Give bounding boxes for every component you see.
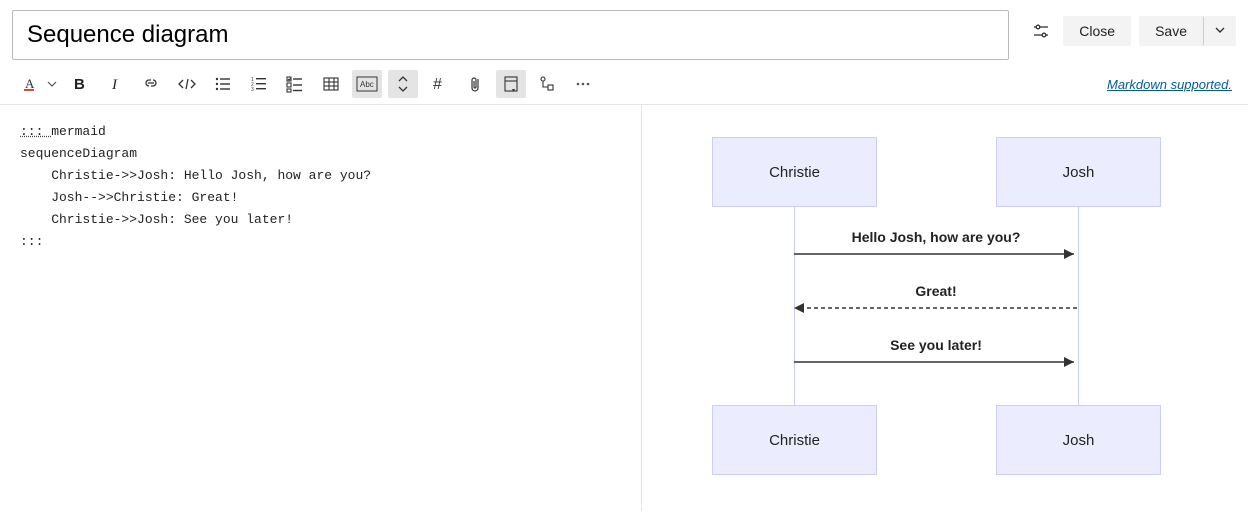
- selection-button[interactable]: Abc: [352, 70, 382, 98]
- checklist-button[interactable]: [280, 70, 310, 98]
- msg3-label: See you later!: [794, 337, 1078, 353]
- svg-text:3: 3: [251, 87, 254, 93]
- text-style-dropdown[interactable]: [46, 70, 58, 98]
- preview-pane: Christie Josh Christie Josh Hello Josh, …: [642, 105, 1248, 511]
- link-button[interactable]: [136, 70, 166, 98]
- hierarchy-button[interactable]: [532, 70, 562, 98]
- actor-christie-top: Christie: [712, 137, 877, 207]
- insert-mermaid-button[interactable]: [496, 70, 526, 98]
- msg1-arrow: [794, 249, 1080, 259]
- markdown-supported-link[interactable]: Markdown supported.: [1107, 77, 1232, 92]
- svg-text:Abc: Abc: [360, 80, 374, 89]
- toolbar: A B I: [14, 70, 598, 98]
- msg2-arrow: [794, 303, 1080, 313]
- bold-button[interactable]: B: [64, 70, 94, 98]
- svg-text:#: #: [433, 76, 442, 93]
- bullet-list-button[interactable]: [208, 70, 238, 98]
- more-button[interactable]: [568, 70, 598, 98]
- close-button[interactable]: Close: [1063, 16, 1131, 46]
- content: ::: mermaid sequenceDiagram Christie->>J…: [0, 105, 1248, 511]
- actor-josh-top: Josh: [996, 137, 1161, 207]
- header: Close Save: [0, 0, 1248, 60]
- editor-text: ::: mermaid sequenceDiagram Christie->>J…: [20, 121, 621, 254]
- toolbar-row: A B I: [0, 60, 1248, 104]
- markdown-editor[interactable]: ::: mermaid sequenceDiagram Christie->>J…: [0, 105, 642, 511]
- svg-text:B: B: [74, 76, 85, 93]
- app-root: { "header": { "title": "Sequence diagram…: [0, 0, 1248, 526]
- actor-josh-bottom: Josh: [996, 405, 1161, 475]
- code-button[interactable]: [172, 70, 202, 98]
- attachment-button[interactable]: [460, 70, 490, 98]
- expand-button[interactable]: [388, 70, 418, 98]
- msg3-arrow: [794, 357, 1080, 367]
- svg-text:I: I: [111, 77, 118, 93]
- save-button[interactable]: Save: [1139, 16, 1204, 46]
- sequence-diagram: Christie Josh Christie Josh Hello Josh, …: [712, 137, 1202, 477]
- svg-text:A: A: [25, 76, 35, 91]
- italic-button[interactable]: I: [100, 70, 130, 98]
- chevron-down-icon: [1214, 24, 1226, 36]
- msg2-label: Great!: [794, 283, 1078, 299]
- msg1-label: Hello Josh, how are you?: [794, 229, 1078, 245]
- title-input[interactable]: [12, 10, 1009, 60]
- numbered-list-button[interactable]: 123: [244, 70, 274, 98]
- header-actions: Close Save: [1027, 10, 1236, 46]
- actor-christie-bottom: Christie: [712, 405, 877, 475]
- hash-button[interactable]: #: [424, 70, 454, 98]
- settings-icon[interactable]: [1027, 17, 1055, 45]
- save-dropdown-button[interactable]: [1204, 16, 1236, 46]
- save-split-button: Save: [1139, 16, 1236, 46]
- table-button[interactable]: [316, 70, 346, 98]
- text-style-button[interactable]: A: [14, 70, 44, 98]
